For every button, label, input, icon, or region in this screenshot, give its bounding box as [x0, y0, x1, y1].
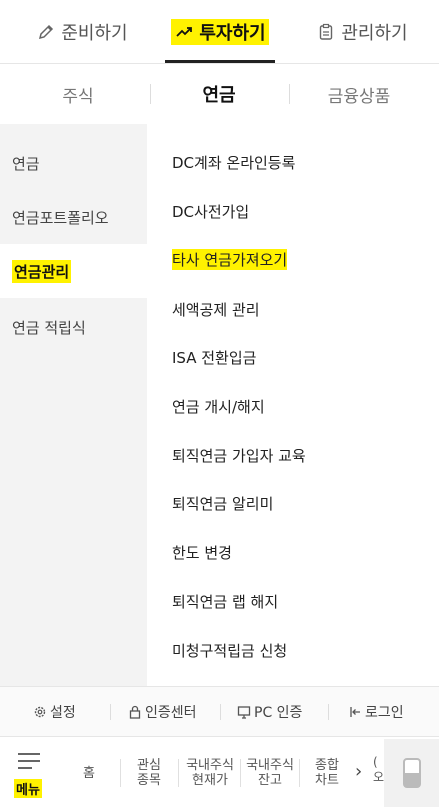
- menu-item-pension-start-cancel[interactable]: 연금 개시/해지: [172, 391, 265, 421]
- left-item-installment[interactable]: 연금 적립식: [0, 300, 147, 354]
- menu-item-label: 퇴직연금 랩 해지: [172, 592, 279, 611]
- top-tab-bar: 준비하기 투자하기 관리하기: [0, 0, 439, 64]
- menu-item-dc-pre-join[interactable]: DC사전가입: [172, 196, 249, 226]
- utility-bar: 설정 인증센터 PC 인증 로그인: [0, 686, 439, 736]
- divider: [299, 759, 300, 787]
- menu-item-retirement-alarm[interactable]: 퇴직연금 알리미: [172, 488, 273, 518]
- menu-item-label: DC사전가입: [172, 202, 250, 221]
- menu-item-label: 타사 연금가져오기: [172, 248, 288, 270]
- divider: [220, 704, 221, 720]
- menu-item-tax-deduction[interactable]: 세액공제 관리: [172, 294, 260, 324]
- menu-item-limit-change[interactable]: 한도 변경: [172, 537, 232, 567]
- nav-domestic-balance[interactable]: 국내주식 잔고: [241, 745, 299, 801]
- menu-item-retirement-wrap-cancel[interactable]: 퇴직연금 랩 해지: [172, 586, 278, 616]
- menu-item-label: ISA 전환입금: [172, 348, 257, 367]
- menu-item-label: 한도 변경: [172, 543, 232, 562]
- menu-item-unclaimed-reserve[interactable]: 미청구적립금 신청: [172, 635, 287, 665]
- left-item-label: 연금포트폴리오: [12, 208, 109, 227]
- login-label: 로그인: [365, 705, 404, 721]
- settings-button[interactable]: 설정: [33, 687, 76, 737]
- subtab-stocks[interactable]: 주식: [5, 64, 151, 124]
- divider: [120, 759, 121, 787]
- bottom-nav-bar: 메뉴 홈 관심 종목 국내주식 현재가 국내주식 잔고 종합 차트 › ( 오늘: [0, 736, 439, 807]
- subtab-financial-products[interactable]: 금융상품: [286, 64, 432, 124]
- login-button[interactable]: 로그인: [348, 687, 404, 737]
- hamburger-icon: [18, 753, 40, 771]
- left-category-menu: 연금 연금포트폴리오 연금관리 연금 적립식: [0, 124, 147, 686]
- divider: [110, 704, 111, 720]
- gear-icon: [33, 705, 47, 719]
- monitor-icon: [237, 705, 251, 719]
- menu-item-label: 세액공제 관리: [172, 300, 260, 319]
- menu-item-transfer-pension[interactable]: 타사 연금가져오기: [172, 244, 288, 274]
- pc-auth-label: PC 인증: [254, 705, 303, 721]
- left-item-label: 연금: [12, 154, 40, 173]
- nav-watchlist[interactable]: 관심 종목: [124, 745, 174, 801]
- nav-home[interactable]: 홈: [66, 745, 112, 801]
- settings-label: 설정: [50, 705, 76, 721]
- nav-chart[interactable]: 종합 차트: [302, 745, 352, 801]
- auth-center-label: 인증센터: [145, 705, 197, 721]
- login-icon: [348, 705, 362, 719]
- left-item-pension-management[interactable]: 연금관리: [0, 244, 147, 298]
- divider: [178, 759, 179, 787]
- menu-item-label: 퇴직연금 가입자 교육: [172, 446, 306, 465]
- menu-item-label: 퇴직연금 알리미: [172, 494, 274, 513]
- tab-label: 투자하기: [199, 23, 266, 44]
- menu-item-dc-online-register[interactable]: DC계좌 온라인등록: [172, 147, 295, 177]
- menu-item-retirement-education[interactable]: 퇴직연금 가입자 교육: [172, 440, 306, 470]
- tab-prepare[interactable]: 준비하기: [22, 0, 142, 64]
- left-item-label: 연금 적립식: [12, 318, 86, 337]
- pc-auth-button[interactable]: PC 인증: [237, 687, 302, 737]
- tab-label: 관리하기: [341, 23, 408, 44]
- menu-label: 메뉴: [14, 779, 42, 798]
- menu-item-isa-transfer[interactable]: ISA 전환입금: [172, 342, 256, 372]
- left-item-pension[interactable]: 연금: [0, 136, 147, 190]
- subtab-pension[interactable]: 연금: [146, 64, 292, 124]
- tab-manage[interactable]: 관리하기: [302, 0, 422, 64]
- trend-up-icon: [174, 22, 194, 42]
- nav-domestic-price[interactable]: 국내주식 현재가: [180, 745, 240, 801]
- clipboard-icon: [316, 22, 336, 42]
- left-item-label: 연금관리: [12, 259, 72, 283]
- menu-button[interactable]: 메뉴: [10, 745, 48, 801]
- submenu-list: DC계좌 온라인등록 DC사전가입 타사 연금가져오기 세액공제 관리 ISA …: [147, 124, 439, 686]
- chevron-right-icon[interactable]: ›: [355, 761, 362, 782]
- menu-item-label: 미청구적립금 신청: [172, 641, 288, 660]
- menu-item-label: DC계좌 온라인등록: [172, 153, 296, 172]
- left-item-portfolio[interactable]: 연금포트폴리오: [0, 190, 147, 244]
- phone-icon: [402, 758, 421, 788]
- auth-center-button[interactable]: 인증센터: [128, 687, 197, 737]
- active-tab-indicator: [165, 60, 275, 63]
- pencil-icon: [36, 22, 56, 42]
- menu-item-label: 연금 개시/해지: [172, 397, 265, 416]
- phone-toggle-button[interactable]: [384, 739, 439, 807]
- lock-icon: [128, 705, 142, 719]
- tab-label: 준비하기: [61, 23, 128, 44]
- tab-invest[interactable]: 투자하기: [165, 0, 275, 64]
- sub-tab-bar: 주식 연금 금융상품: [0, 64, 439, 124]
- divider: [328, 704, 329, 720]
